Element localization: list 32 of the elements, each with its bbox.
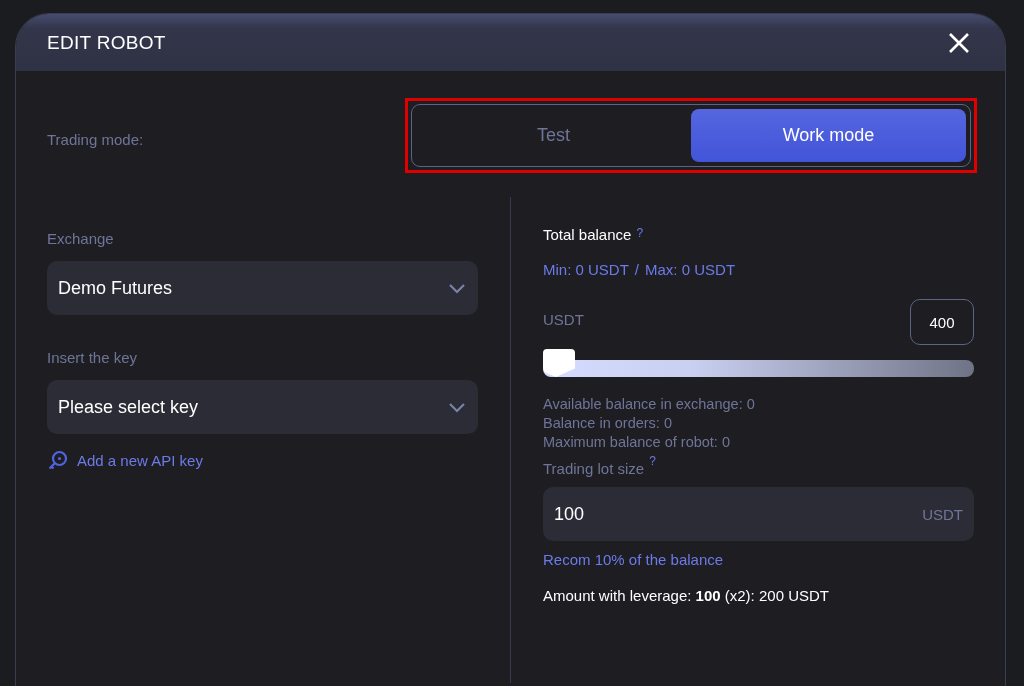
balance-slider[interactable] xyxy=(543,349,974,377)
max-balance: Max: 0 USDT xyxy=(645,261,736,278)
mode-option[interactable]: Work mode xyxy=(691,109,966,162)
lot-size-label: Trading lot size xyxy=(543,460,645,477)
unit-label: USDT xyxy=(543,311,584,328)
lot-size-value: 100 xyxy=(553,503,585,525)
balance-value-field[interactable]: 400 xyxy=(910,299,974,345)
dialog-title: EDIT ROBOT xyxy=(47,31,166,54)
key-label: Insert the key xyxy=(47,349,139,366)
mode-option[interactable]: Test xyxy=(416,109,691,162)
exchange-label: Exchange xyxy=(47,230,115,247)
min-balance: Min: 0 USDT xyxy=(543,261,629,278)
chevron-down-icon xyxy=(448,282,466,294)
balance-info: Available balance in exchange: 0 xyxy=(543,395,756,414)
key-icon xyxy=(47,450,68,471)
unit-label: USDT xyxy=(922,505,963,523)
trading-mode-label: Trading mode: xyxy=(47,131,144,148)
balance-info: Balance in orders: 0 xyxy=(543,414,673,433)
separator: / xyxy=(634,261,640,278)
help-mark[interactable]: ? xyxy=(649,454,656,468)
balance-info: Maximum balance of robot: 0 xyxy=(543,433,731,452)
help-mark[interactable]: ? xyxy=(636,226,644,240)
lot-size-field[interactable]: 100 USDT xyxy=(543,487,974,541)
slider-thumb[interactable] xyxy=(543,349,575,377)
key-select[interactable]: Please select key xyxy=(47,380,478,434)
total-balance-label: Total balance xyxy=(543,226,632,243)
exchange-select[interactable]: Demo Futures xyxy=(47,261,478,315)
add-api-key-link[interactable]: Add a new API key xyxy=(47,450,203,471)
chevron-down-icon xyxy=(448,401,466,413)
leverage-amount: Amount with leverage: 100 (x2): 200 USDT xyxy=(543,587,830,604)
close-button[interactable] xyxy=(947,30,971,55)
recommendation-hint: Recom 10% of the balance xyxy=(543,551,725,568)
